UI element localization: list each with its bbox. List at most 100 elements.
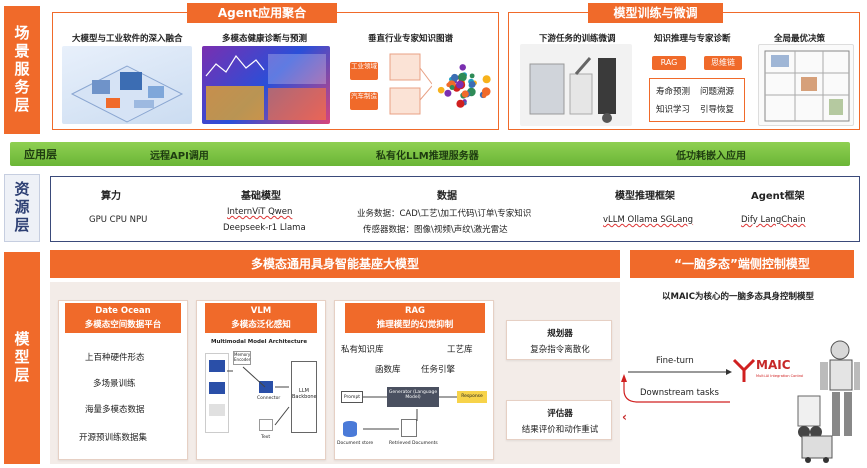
evaluator-card: 评估器 结果评价和动作重试 (506, 400, 612, 440)
resource-agent-title: Agent框架 (751, 191, 805, 202)
chain-of-thought-pill: 思维链 (704, 56, 742, 70)
kg-node (469, 81, 476, 88)
rag-retrieved-docs-label: Retrieved Documents (389, 441, 438, 446)
row-label-scene: 场景服务层 (4, 6, 40, 134)
resource-data-title: 数据 (437, 191, 457, 202)
planner-card: 规划器 复杂指令离散化 (506, 320, 612, 360)
train-item-3: 全局最优决策 (774, 34, 826, 44)
resource-data-line1: 业务数据：CAD\工艺\加工代码\订单\专家知识 (357, 209, 532, 219)
app-item-embedded: 低功耗嵌入应用 (676, 151, 746, 162)
agent-item-3: 垂直行业专家知识图谱 (368, 34, 454, 44)
row-label-resource: 资源层 (4, 174, 40, 242)
date-ocean-title: Date Ocean 多模态空间数据平台 (65, 303, 181, 333)
kg-node (450, 73, 459, 82)
floorplan-diagram (758, 44, 854, 126)
vlm-card: VLM 多模态泛化感知 Multimodal Model Architecture… (196, 300, 326, 460)
kg-node (481, 93, 487, 98)
rag-item-process-lib: 工艺库 (447, 345, 473, 355)
agent-item-2: 多模态健康诊断与预测 (222, 34, 308, 44)
resource-compute-title: 算力 (101, 191, 121, 202)
resource-base-model-line2: Deepseek-r1 Llama (223, 223, 306, 233)
planner-desc: 复杂指令离散化 (530, 345, 590, 355)
planner-title: 规划器 (547, 329, 573, 339)
resource-compute-line: GPU CPU NPU (89, 215, 148, 225)
kg-doc-stack (384, 44, 433, 124)
resource-base-model-line1: InternViT Qwen (227, 207, 293, 217)
application-bar-label: 应用层 (24, 148, 57, 161)
kg-node (459, 64, 466, 71)
resource-base-model-title: 基础模型 (241, 191, 281, 202)
rag-prompt-box: Prompt (341, 391, 363, 403)
kg-tag-industry: 工业领域 (350, 62, 378, 80)
maic-logo-text: MAIC (756, 358, 791, 372)
database-icon (343, 421, 357, 437)
kg-node (444, 89, 452, 97)
resource-data-line2: 传感器数据：图像\视频\声纹\激光雷达 (363, 225, 508, 235)
maic-logo: MAIC Multi-AI Integration Control (732, 356, 803, 386)
evaluator-desc: 结果评价和动作重试 (521, 425, 599, 435)
kg-node (456, 99, 465, 108)
floorplan-icon (764, 50, 850, 122)
factory-icon (70, 65, 184, 123)
robot-humanoid-icon (797, 340, 860, 463)
image-input-icon (209, 360, 225, 372)
app-item-remote-api: 远程API调用 (150, 151, 209, 162)
kg-tag-auto: 汽车制造 (350, 92, 378, 110)
rag-item-private-kb: 私有知识库 (341, 345, 384, 355)
date-ocean-item-1: 上百种硬件形态 (85, 353, 145, 363)
factory-illustration (62, 46, 192, 124)
rag-title: RAG 推理模型的幻觉抑制 (345, 303, 485, 333)
base-model-banner: 多模态通用具身智能基座大模型 (50, 250, 620, 278)
audio-input-icon (209, 404, 225, 416)
kg-node (482, 75, 491, 84)
train-item-1: 下游任务的训练微调 (539, 34, 616, 44)
kg-node (449, 84, 455, 90)
rag-pill: RAG (652, 56, 686, 70)
vlm-title: VLM 多模态泛化感知 (205, 303, 317, 333)
kg-node (469, 73, 475, 79)
train-item-2: 知识推理与专家诊断 (654, 34, 731, 44)
health-diagnosis-illustration (202, 46, 330, 124)
capability-grid: 寿命预测 问题溯源 知识学习 引导恢复 (649, 78, 745, 122)
row-label-model: 模型层 (4, 252, 40, 464)
vlm-llm-backbone: LLM Backbone (291, 361, 317, 433)
video-input-icon (209, 382, 225, 394)
grid-item-life: 寿命预测 (656, 87, 691, 97)
rag-card: RAG 推理模型的幻觉抑制 私有知识库 工艺库 函数库 任务引擎 Prompt G… (334, 300, 494, 460)
app-item-llm-server: 私有化LLM推理服务器 (376, 151, 479, 162)
rag-item-task-engine: 任务引擎 (421, 365, 456, 375)
kg-node (455, 80, 464, 89)
agent-panel-title: Agent应用聚合 (187, 3, 337, 23)
edge-model-subtitle: 以MAIC为核心的一脑多态具身控制模型 (662, 292, 814, 302)
kg-node (437, 86, 445, 94)
train-panel-title: 模型训练与微调 (588, 3, 723, 23)
arrow-glyph-left: ‹ (622, 410, 627, 424)
maic-arrows-icon (621, 369, 732, 403)
vlm-arch-label: Multimodal Model Architecture (211, 339, 308, 345)
resource-inference-title: 模型推理框架 (615, 191, 675, 202)
kg-node (458, 72, 467, 82)
resource-inference-line: vLLM Ollama SGLang (603, 215, 694, 225)
evaluator-title: 评估器 (547, 409, 573, 419)
grid-item-recover: 引导恢复 (700, 105, 735, 115)
rag-item-function-lib: 函数库 (375, 365, 401, 375)
resource-panel: 算力 GPU CPU NPU 基础模型 InternViT Qwen Deeps… (50, 176, 860, 242)
robot-arm-icon (529, 57, 616, 123)
grid-item-trace: 问题溯源 (700, 87, 735, 97)
date-ocean-item-3: 海量多模态数据 (85, 405, 145, 415)
rag-flow-arrows-icon (363, 396, 457, 430)
application-bar: 应用层 远程API调用 私有化LLM推理服务器 低功耗嵌入应用 (10, 142, 850, 166)
agent-item-1: 大模型与工业软件的深入融合 (72, 34, 183, 44)
rag-document-store-label: Document store (337, 441, 374, 446)
maic-logo-icon (732, 358, 756, 382)
vlm-arrows-icon (227, 366, 290, 426)
grid-item-learn: 知识学习 (656, 105, 691, 115)
edge-model-banner: “一脑多态”端侧控制模型 (630, 250, 854, 278)
knowledge-graph-icon (430, 44, 496, 124)
robot-arm-photo (520, 44, 632, 126)
vlm-input-stack (205, 353, 229, 433)
date-ocean-item-4: 开源预训练数据集 (79, 433, 148, 443)
resource-agent-line: Dify LangChain (741, 215, 806, 225)
spectrum-icon (205, 54, 326, 120)
kg-node (461, 90, 469, 98)
